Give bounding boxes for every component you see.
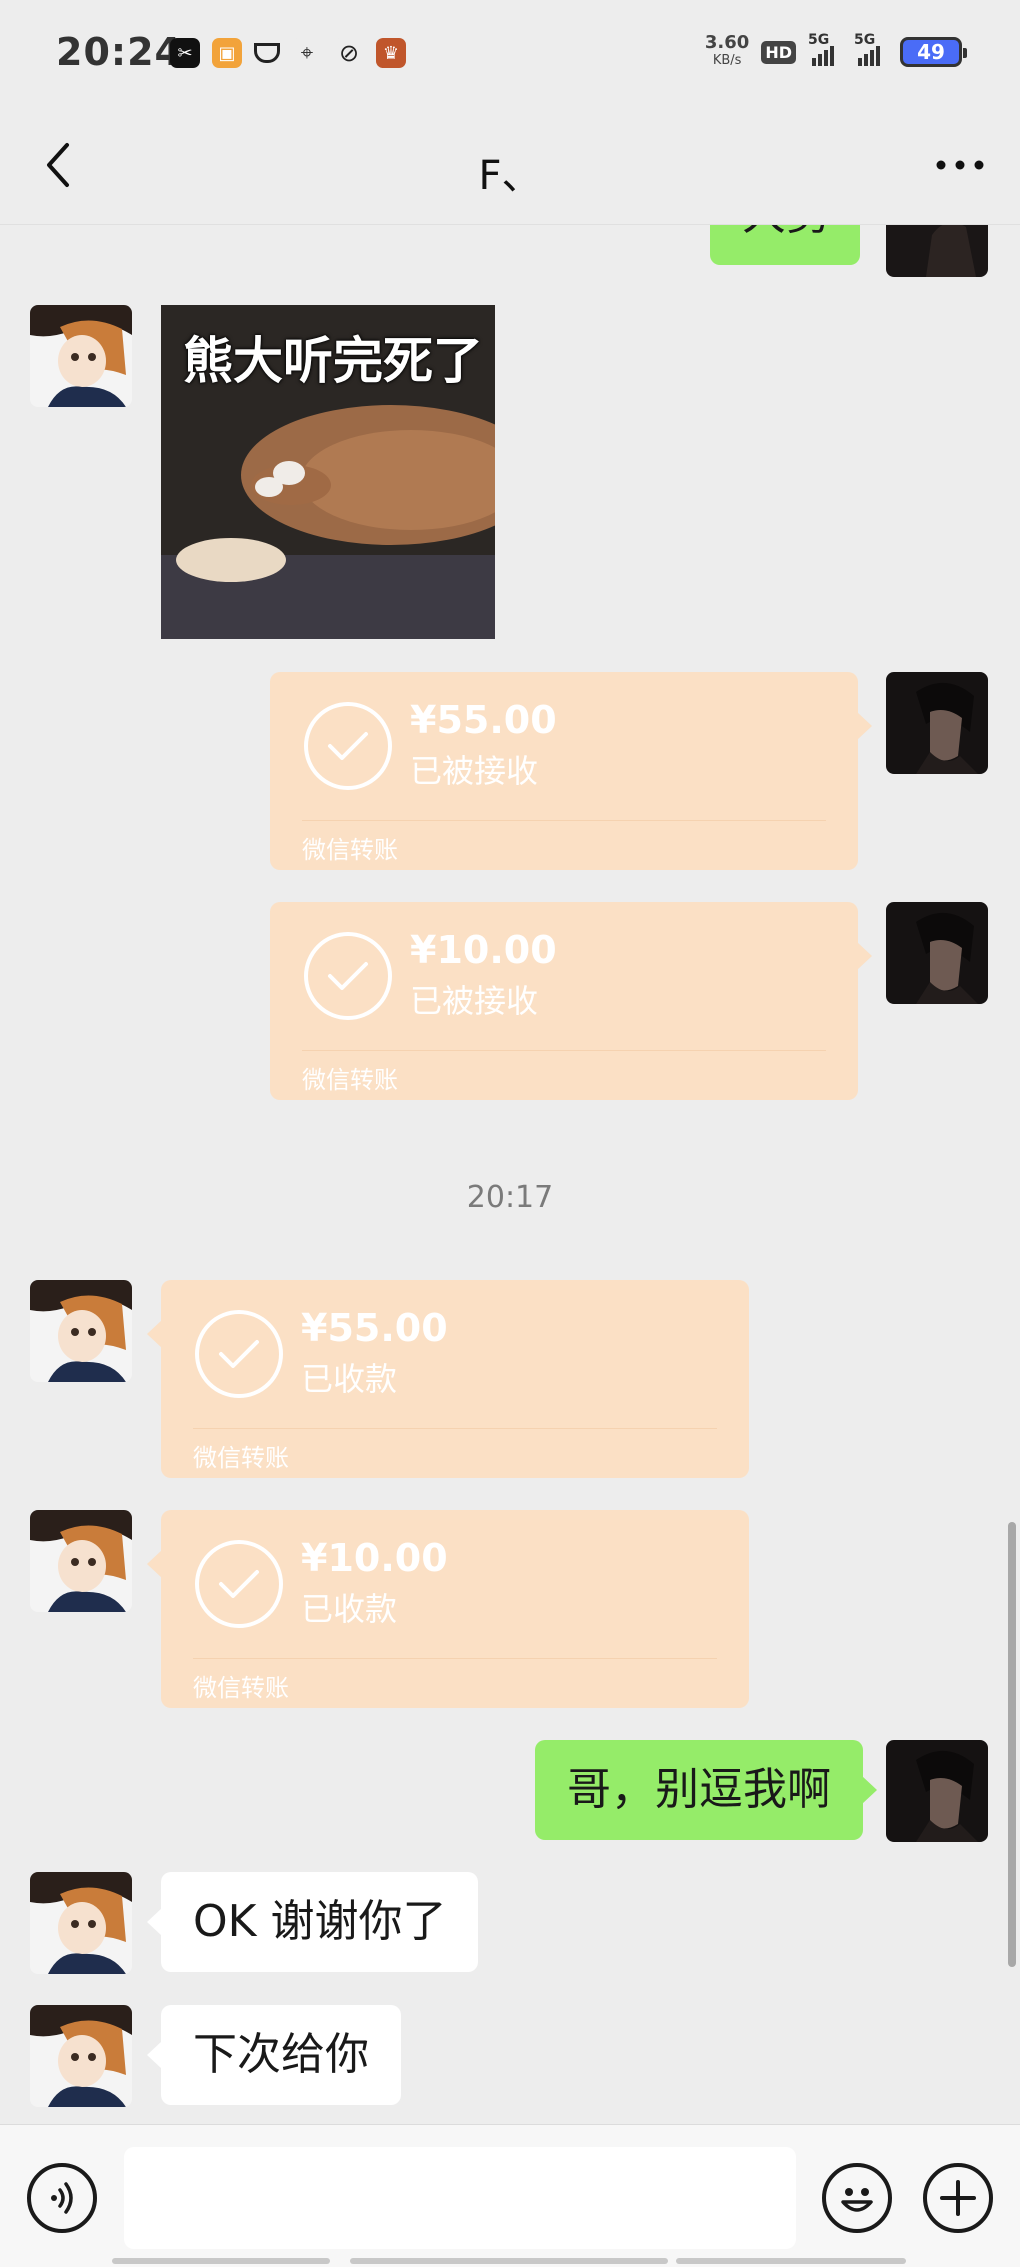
plus-icon — [940, 2180, 976, 2216]
signal-5g-icon-2: 5G — [854, 32, 888, 66]
transfer-card[interactable]: ¥10.00 已收款 微信转账 — [147, 1510, 749, 1708]
message-timestamp: 20:17 — [466, 1180, 554, 1215]
gesture-bar — [0, 2258, 1020, 2267]
emoji-button[interactable] — [822, 2163, 892, 2233]
avatar-image — [30, 305, 132, 407]
check-circle-icon — [304, 702, 392, 790]
message-input[interactable] — [124, 2147, 796, 2249]
message-text: 大勇 — [742, 225, 830, 240]
transfer-status: 已收款 — [301, 1590, 398, 1628]
image-caption: 熊大听完死了 — [183, 332, 483, 390]
avatar[interactable] — [30, 2005, 132, 2107]
signal-label-2: 5G — [854, 32, 876, 48]
avatar-image — [30, 1510, 132, 1612]
transfer-card[interactable]: ¥10.00 已被接收 微信转账 — [270, 902, 872, 1100]
divider — [302, 820, 826, 821]
avatar-image — [30, 1280, 132, 1382]
network-speed: 3.60 KB/s — [705, 34, 749, 70]
divider — [302, 1050, 826, 1051]
battery-level: 49 — [917, 40, 945, 64]
hd-badge: HD — [761, 40, 796, 64]
add-button[interactable] — [923, 2163, 993, 2233]
avatar-image — [30, 1872, 132, 1974]
avatar-image — [886, 902, 988, 1004]
message-text: OK 谢谢你了 — [193, 1896, 447, 1947]
transfer-amount: ¥10.00 — [301, 1536, 448, 1580]
transfer-footer: 微信转账 — [302, 1066, 398, 1094]
signal-label-1: 5G — [808, 32, 830, 48]
signal-5g-icon-1: 5G — [808, 32, 842, 66]
transfer-status: 已被接收 — [410, 752, 539, 790]
transfer-status: 已收款 — [301, 1360, 398, 1398]
chat-header: F、 — [0, 105, 1020, 225]
avatar[interactable] — [30, 1510, 132, 1612]
shopping-app-icon: ▣ — [212, 38, 242, 68]
transfer-footer: 微信转账 — [193, 1674, 289, 1702]
location-pin-icon: ⌖ — [292, 38, 322, 68]
avatar[interactable] — [30, 1872, 132, 1974]
avatar-image — [886, 1740, 988, 1842]
link-icon: ⊘ — [334, 38, 364, 68]
avatar-image — [886, 672, 988, 774]
status-bar: 20:24 ✂ ▣ ⌖ ⊘ ♛ 3.60 KB/s HD 5G 5G 49 — [0, 0, 1020, 105]
input-bar — [0, 2124, 1020, 2267]
avatar[interactable] — [886, 902, 988, 1004]
avatar[interactable] — [886, 672, 988, 774]
more-button[interactable] — [930, 145, 990, 185]
message-text: 哥，别逗我啊 — [567, 1764, 831, 1815]
transfer-card[interactable]: ¥55.00 已被接收 微信转账 — [270, 672, 872, 870]
check-circle-icon — [195, 1540, 283, 1628]
game-app-icon: ♛ — [376, 38, 406, 68]
avatar-image — [886, 225, 988, 277]
message-bubble[interactable]: 下次给你 — [147, 2005, 401, 2105]
transfer-amount: ¥10.00 — [410, 928, 557, 972]
message-bubble-partial[interactable]: 大勇 — [710, 225, 860, 265]
network-speed-unit: KB/s — [712, 53, 742, 68]
message-list[interactable]: 大勇 熊大听完死了 — [0, 225, 1020, 2125]
voice-icon — [51, 2182, 73, 2214]
emoji-icon — [841, 2188, 873, 2212]
cup-icon — [254, 43, 280, 63]
transfer-card[interactable]: ¥55.00 已收款 微信转账 — [147, 1280, 749, 1478]
transfer-amount: ¥55.00 — [410, 698, 557, 742]
transfer-footer: 微信转账 — [193, 1444, 289, 1472]
check-circle-icon — [195, 1310, 283, 1398]
avatar[interactable] — [30, 305, 132, 407]
network-speed-value: 3.60 — [704, 32, 750, 53]
divider — [193, 1658, 717, 1659]
voice-button[interactable] — [27, 2163, 97, 2233]
scrollbar[interactable] — [1008, 1522, 1016, 1967]
message-text: 下次给你 — [193, 2029, 369, 2080]
status-time: 20:24 — [56, 30, 182, 74]
avatar[interactable] — [30, 1280, 132, 1382]
check-circle-icon — [304, 932, 392, 1020]
image-message[interactable]: 熊大听完死了 — [161, 305, 495, 639]
transfer-status: 已被接收 — [410, 982, 539, 1020]
chat-title: F、 — [478, 153, 542, 199]
status-indicators: 3.60 KB/s HD 5G 5G 49 — [705, 32, 967, 70]
avatar-image — [30, 2005, 132, 2107]
battery-icon: 49 — [900, 37, 967, 67]
status-app-icons: ✂ ▣ ⌖ ⊘ ♛ — [170, 38, 406, 68]
capcut-icon: ✂ — [170, 38, 200, 68]
message-bubble[interactable]: OK 谢谢你了 — [147, 1872, 479, 1972]
avatar[interactable] — [886, 225, 988, 277]
avatar[interactable] — [886, 1740, 988, 1842]
transfer-amount: ¥55.00 — [301, 1306, 448, 1350]
transfer-footer: 微信转账 — [302, 836, 398, 864]
divider — [193, 1428, 717, 1429]
more-dots-icon — [936, 160, 984, 170]
message-bubble[interactable]: 哥，别逗我啊 — [535, 1740, 877, 1840]
